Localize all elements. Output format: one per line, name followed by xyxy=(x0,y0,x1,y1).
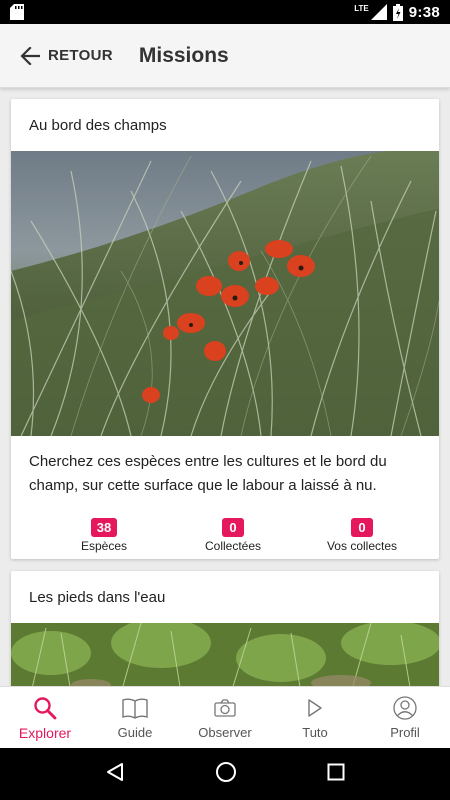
back-button[interactable]: RETOUR xyxy=(20,46,113,65)
back-triangle-icon[interactable] xyxy=(105,762,125,787)
home-circle-icon[interactable] xyxy=(215,761,237,788)
stat-label: Vos collectes xyxy=(326,539,398,553)
stat-label: Espèces xyxy=(80,539,128,553)
mission-title: Les pieds dans l'eau xyxy=(29,588,166,606)
mission-stats: 38 Espèces 0 Collectées 0 Vos collectes xyxy=(11,498,439,559)
bottom-navigation: Explorer Guide Observer Tuto Profil xyxy=(0,686,450,748)
stat-your-collections: 0 Vos collectes xyxy=(307,518,417,553)
stat-label: Collectées xyxy=(204,539,262,553)
mission-title: Au bord des champs xyxy=(29,116,167,134)
nav-label: Explorer xyxy=(18,724,72,741)
signal-icon xyxy=(370,4,387,20)
status-bar: LTE 9:38 xyxy=(0,0,450,24)
play-icon xyxy=(307,695,323,721)
nav-tuto[interactable]: Tuto xyxy=(270,695,360,740)
arrow-left-icon xyxy=(20,46,40,65)
stat-species: 38 Espèces xyxy=(49,518,159,553)
app-bar: RETOUR Missions xyxy=(0,24,450,88)
nav-label: Profil xyxy=(390,725,420,740)
system-navigation-bar xyxy=(0,748,450,800)
nav-observer[interactable]: Observer xyxy=(180,695,270,740)
back-label: RETOUR xyxy=(48,47,113,64)
book-icon xyxy=(122,695,148,721)
nav-profil[interactable]: Profil xyxy=(360,695,450,740)
nav-label: Tuto xyxy=(302,725,328,740)
network-type: LTE xyxy=(354,3,369,13)
mission-image xyxy=(11,623,439,686)
clock: 9:38 xyxy=(408,3,440,21)
nav-explorer[interactable]: Explorer xyxy=(0,695,90,741)
battery-icon xyxy=(392,3,403,21)
user-icon xyxy=(393,695,417,721)
mission-card[interactable]: Au bord des champs Cherchez ces espèces … xyxy=(11,99,439,559)
stat-badge: 0 xyxy=(222,518,244,537)
mission-image xyxy=(11,151,439,436)
mission-card[interactable]: Les pieds dans l'eau xyxy=(11,571,439,686)
missions-list[interactable]: Au bord des champs Cherchez ces espèces … xyxy=(0,89,450,686)
nav-label: Observer xyxy=(198,725,252,740)
nav-label: Guide xyxy=(117,725,153,740)
page-title: Missions xyxy=(138,43,229,67)
stat-collected: 0 Collectées xyxy=(178,518,288,553)
sd-card-icon xyxy=(10,4,24,20)
mission-description: Cherchez ces espèces entre les cultures … xyxy=(29,453,387,494)
recents-square-icon[interactable] xyxy=(327,763,345,786)
stat-badge: 0 xyxy=(351,518,373,537)
search-icon xyxy=(33,695,57,721)
camera-icon xyxy=(214,695,236,721)
stat-badge: 38 xyxy=(90,518,118,537)
nav-guide[interactable]: Guide xyxy=(90,695,180,740)
